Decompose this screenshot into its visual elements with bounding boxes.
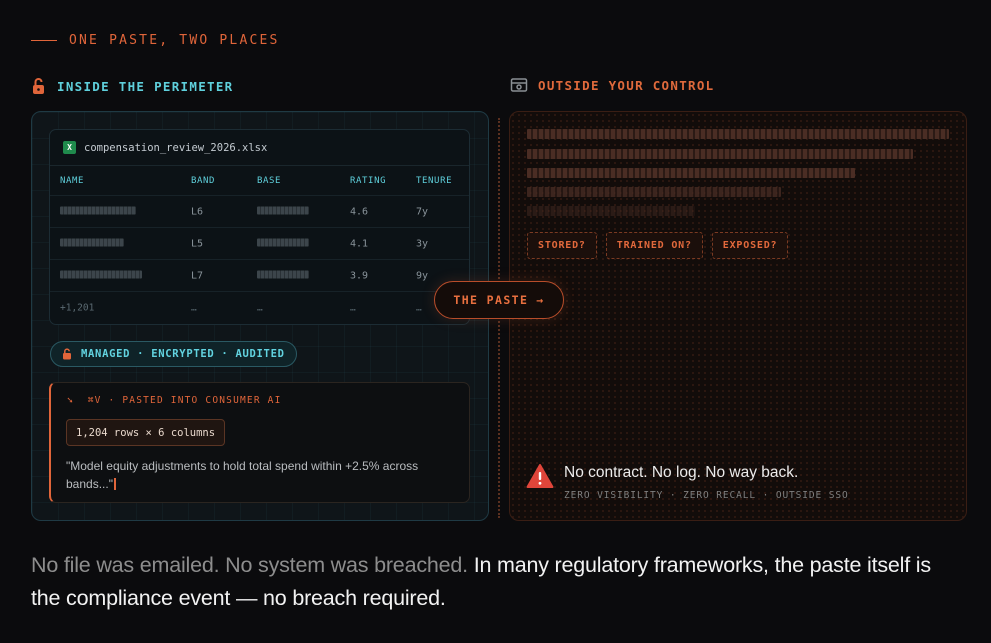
server-icon: [510, 78, 528, 92]
redacted-line: [527, 129, 949, 139]
redacted-name: [60, 238, 124, 246]
left-heading: INSIDE THE PERIMETER: [31, 77, 234, 95]
tenure-cell: 7y: [416, 206, 429, 217]
rating-cell: 3.9: [350, 270, 369, 281]
column-header: BAND: [191, 175, 216, 186]
text-cursor: [113, 478, 116, 490]
right-heading-label: OUTSIDE YOUR CONTROL: [538, 77, 715, 93]
redacted-base: [257, 206, 309, 214]
column-header: NAME: [60, 175, 85, 186]
footer-dim-text: No file was emailed. No system was breac…: [31, 553, 468, 577]
table-row: L5 4.1 3y: [50, 228, 469, 260]
footer-statement: No file was emailed. No system was breac…: [31, 549, 951, 615]
redacted-name: [60, 206, 136, 214]
redacted-base: [257, 238, 309, 246]
lock-icon: [33, 78, 44, 94]
redacted-base: [257, 270, 309, 278]
tenure-cell: 9y: [416, 270, 429, 281]
rating-cell: 4.1: [350, 238, 369, 249]
band-cell: L5: [191, 238, 204, 249]
column-header: RATING: [350, 175, 387, 186]
eyebrow-label: ONE PASTE, TWO PLACES: [69, 33, 280, 48]
the-paste-button[interactable]: THE PASTE →: [434, 281, 564, 319]
redacted-line: [527, 206, 695, 216]
table-row: L6 4.6 7y: [50, 196, 469, 228]
pasted-content-card: ➘ ⌘V · PASTED INTO CONSUMER AI 1,204 row…: [49, 382, 470, 503]
security-badge: MANAGED · ENCRYPTED · AUDITED: [50, 341, 297, 367]
more-rows-count: +1,201: [60, 302, 95, 314]
band-cell: L6: [191, 206, 204, 217]
redacted-line: [527, 149, 913, 159]
pasted-prompt-quote: "Model equity adjustments to hold total …: [66, 459, 419, 491]
arrow-right-icon: →: [536, 293, 545, 307]
lock-icon: [63, 348, 71, 360]
redacted-line: [527, 168, 855, 178]
spreadsheet-title-bar: X compensation_review_2026.xlsx: [50, 130, 469, 166]
table-header-row: NAME BAND BASE RATING TENURE: [50, 166, 469, 196]
paste-event-text: ⌘V · PASTED INTO CONSUMER AI: [87, 395, 282, 406]
risk-tag: STORED?: [527, 232, 597, 259]
the-paste-label: THE PASTE: [453, 293, 529, 307]
risk-tag: EXPOSED?: [711, 232, 789, 259]
warning-triangle-icon: [526, 464, 554, 488]
left-heading-label: INSIDE THE PERIMETER: [57, 78, 234, 94]
spreadsheet-card: X compensation_review_2026.xlsx NAME BAN…: [49, 129, 470, 325]
excel-icon: X: [63, 141, 76, 154]
file-name: compensation_review_2026.xlsx: [84, 141, 268, 154]
warning-subtitle: ZERO VISIBILITY · ZERO RECALL · OUTSIDE …: [564, 490, 849, 501]
ellipsis-cell: …: [416, 302, 422, 314]
rows-columns-chip: 1,204 rows × 6 columns: [66, 419, 226, 446]
tenure-cell: 3y: [416, 238, 429, 249]
table-row: L7 3.9 9y: [50, 260, 469, 292]
risk-tags: STORED? TRAINED ON? EXPOSED?: [527, 232, 789, 259]
redacted-name: [60, 270, 142, 278]
rating-cell: 4.6: [350, 206, 369, 217]
redacted-line: [527, 187, 781, 197]
risk-tag: TRAINED ON?: [605, 232, 703, 259]
eyebrow-rule: [31, 40, 57, 41]
paste-event-label: ➘ ⌘V · PASTED INTO CONSUMER AI: [67, 395, 282, 406]
ellipsis-cell: …: [350, 302, 356, 314]
column-header: TENURE: [416, 175, 453, 186]
band-cell: L7: [191, 270, 204, 281]
arrow-icon: ➘: [67, 395, 74, 406]
section-eyebrow: ONE PASTE, TWO PLACES: [31, 33, 280, 48]
ellipsis-cell: …: [257, 302, 263, 314]
security-badge-label: MANAGED · ENCRYPTED · AUDITED: [81, 348, 285, 360]
more-rows-row: +1,201 … … … …: [50, 292, 469, 324]
ellipsis-cell: …: [191, 302, 197, 314]
warning-title: No contract. No log. No way back.: [564, 464, 799, 481]
pasted-prompt-text: "Model equity adjustments to hold total …: [66, 457, 456, 493]
right-heading: OUTSIDE YOUR CONTROL: [510, 77, 715, 93]
column-header: BASE: [257, 175, 282, 186]
